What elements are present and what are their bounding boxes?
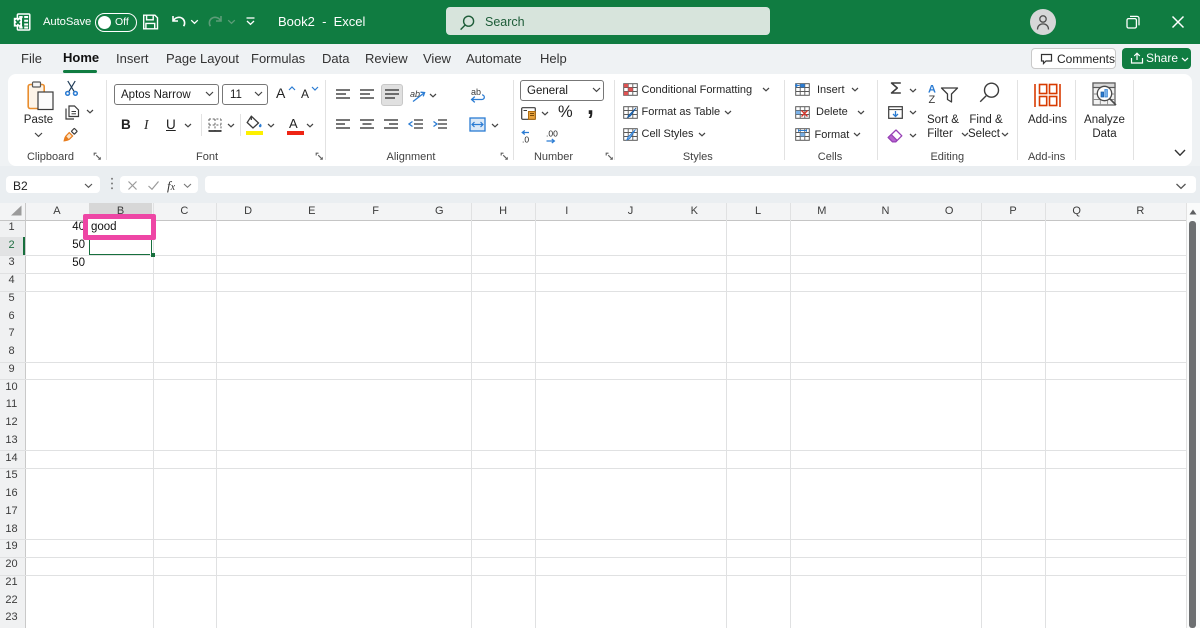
- svg-text:ab: ab: [471, 87, 481, 97]
- svg-text:.00: .00: [546, 130, 558, 139]
- svg-text:Z: Z: [929, 94, 936, 104]
- svg-text:.0: .0: [522, 135, 529, 145]
